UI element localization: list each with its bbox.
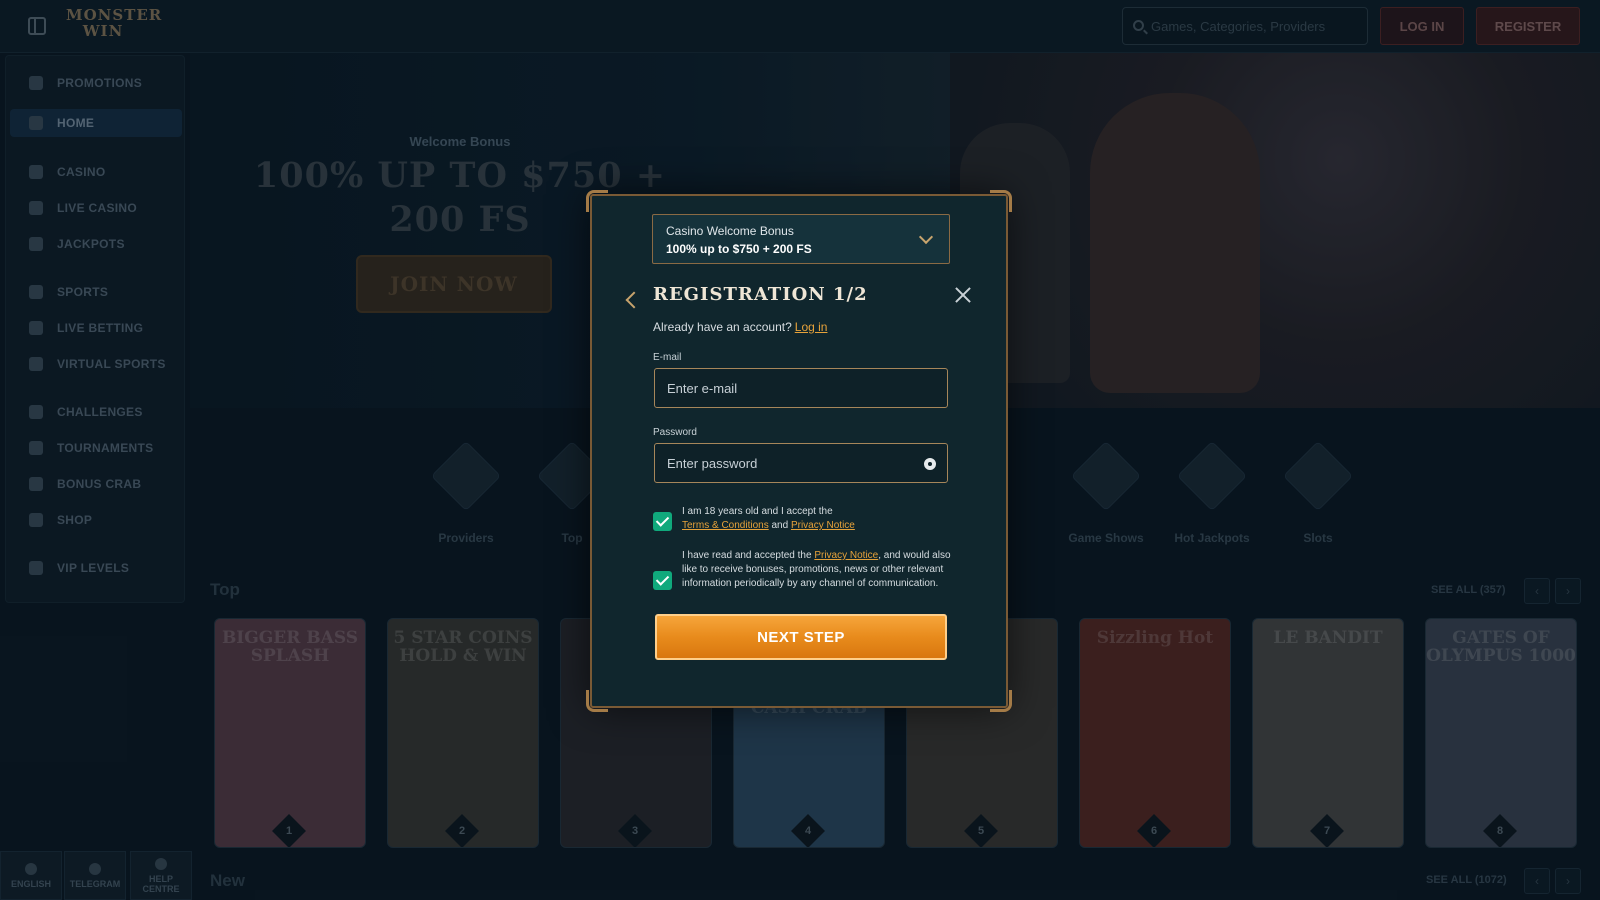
- bonus-value: 100% up to $750 + 200 FS: [666, 242, 812, 256]
- consent-label-a: I have read and accepted the: [682, 550, 812, 561]
- have-account-label: Already have an account?: [653, 320, 792, 334]
- modal-title: REGISTRATION 1/2: [653, 284, 868, 305]
- email-label: E-mail: [653, 352, 682, 363]
- modal-corner-ornament: [990, 690, 1012, 712]
- age-terms-text: I am 18 years old and I accept the Terms…: [682, 505, 960, 533]
- age-terms-checkbox[interactable]: [653, 512, 672, 531]
- modal-corner-ornament: [586, 190, 608, 212]
- have-account-text: Already have an account? Log in: [653, 320, 827, 334]
- chevron-down-icon: [918, 229, 934, 245]
- modal-corner-ornament: [586, 690, 608, 712]
- marketing-consent-text: I have read and accepted the Privacy Not…: [682, 549, 960, 591]
- next-step-button[interactable]: NEXT STEP: [655, 614, 947, 660]
- modal-corner-ornament: [990, 190, 1012, 212]
- and-text: and: [771, 520, 789, 531]
- privacy-link[interactable]: Privacy Notice: [814, 550, 878, 561]
- email-field[interactable]: [655, 369, 947, 407]
- bonus-select-dropdown[interactable]: Casino Welcome Bonus 100% up to $750 + 2…: [652, 214, 950, 264]
- back-icon[interactable]: [625, 291, 643, 309]
- terms-link[interactable]: Terms & Conditions: [682, 520, 769, 531]
- age-terms-label: I am 18 years old and I accept the: [682, 506, 833, 517]
- privacy-link[interactable]: Privacy Notice: [791, 520, 855, 531]
- password-field-wrapper: [654, 443, 948, 483]
- eye-icon[interactable]: [924, 458, 936, 470]
- email-field-wrapper: [654, 368, 948, 408]
- password-label: Password: [653, 427, 697, 438]
- password-field[interactable]: [655, 444, 947, 482]
- login-link[interactable]: Log in: [795, 320, 828, 334]
- bonus-name: Casino Welcome Bonus: [666, 224, 794, 238]
- registration-modal: Casino Welcome Bonus 100% up to $750 + 2…: [586, 190, 1012, 712]
- close-icon[interactable]: [952, 284, 974, 306]
- marketing-consent-checkbox[interactable]: [653, 571, 672, 590]
